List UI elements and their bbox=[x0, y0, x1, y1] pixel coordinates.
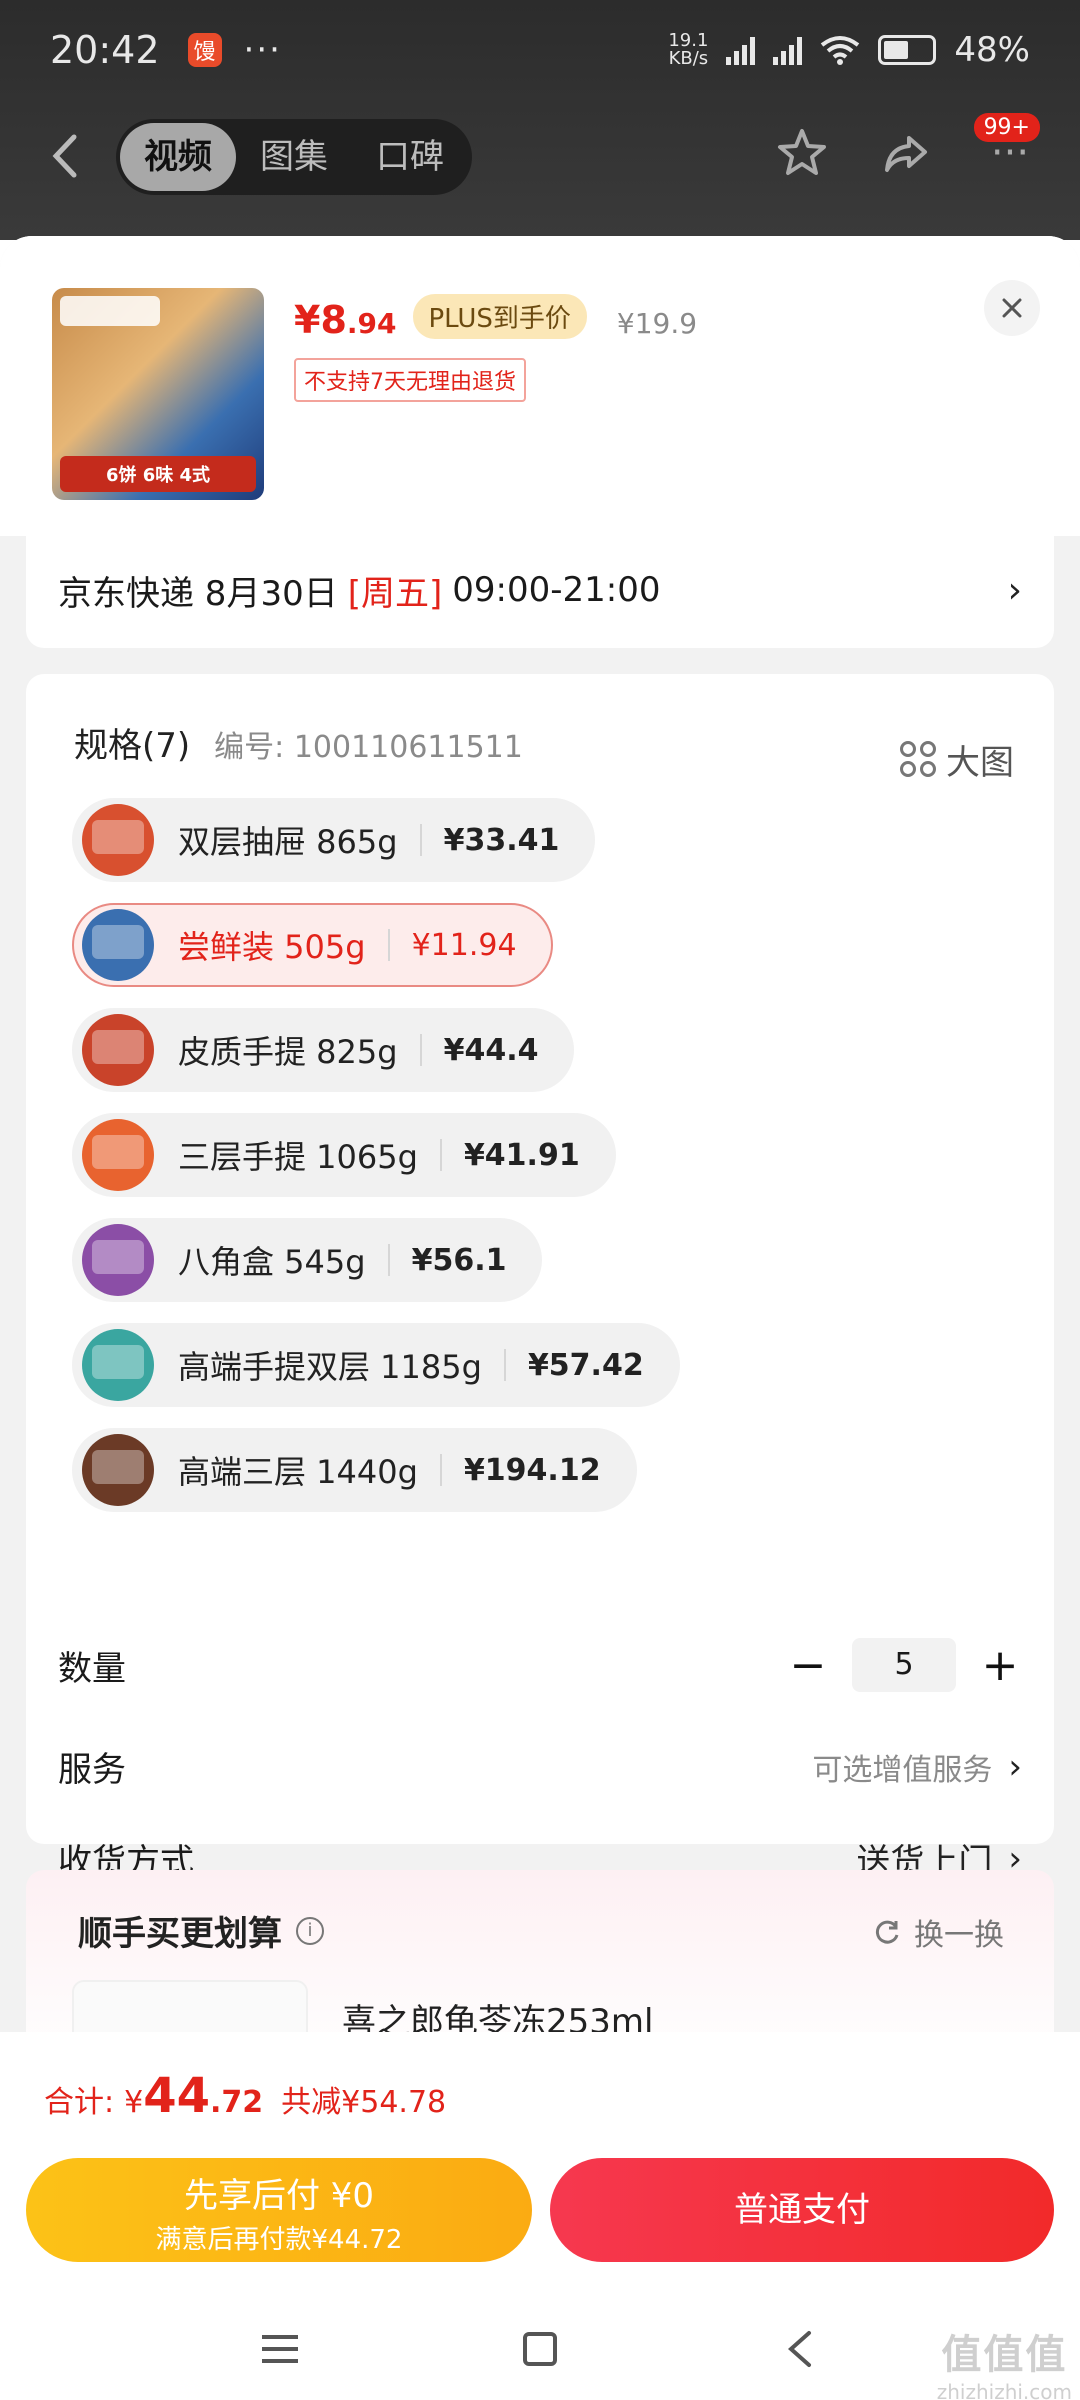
grid-view-icon bbox=[900, 741, 936, 777]
chevron-right-icon: › bbox=[1007, 569, 1022, 611]
back-icon[interactable] bbox=[46, 131, 86, 181]
network-speed: 19.1 KB/s bbox=[668, 30, 709, 69]
purchase-sheet: 6饼 6味 4式 ¥8.94 PLUS到手价 ¥19.9 不支持7天无理由退货 … bbox=[0, 236, 1080, 2100]
spec-option[interactable]: 皮质手提 825g ¥44.4 bbox=[72, 1008, 575, 1092]
quantity-label: 数量 bbox=[58, 1648, 126, 1689]
close-button[interactable] bbox=[984, 280, 1040, 336]
return-policy-tag: 不支持7天无理由退货 bbox=[294, 358, 526, 402]
swap-button[interactable]: 换一换 bbox=[872, 1910, 1004, 1954]
spec-option-thumbnail bbox=[82, 1434, 154, 1506]
pay-later-button[interactable]: 先享后付 ¥0 满意后再付款¥44.72 bbox=[26, 2158, 532, 2262]
refresh-icon bbox=[875, 1920, 899, 1944]
normal-pay-button[interactable]: 普通支付 bbox=[550, 2158, 1054, 2262]
quantity-row: 数量 − 5 + bbox=[58, 1638, 1022, 1692]
spec-option-thumbnail bbox=[82, 1119, 154, 1191]
close-icon bbox=[1002, 298, 1022, 318]
current-price: ¥8.94 bbox=[294, 298, 397, 342]
status-time: 20:42 bbox=[50, 28, 160, 72]
delivery-time: 09:00-21:00 bbox=[452, 570, 661, 610]
product-summary: 6饼 6味 4式 ¥8.94 PLUS到手价 ¥19.9 不支持7天无理由退货 bbox=[0, 236, 1080, 536]
total-label: 合计: bbox=[44, 2085, 115, 2120]
more-notifications-icon: ··· bbox=[243, 30, 282, 70]
service-row[interactable]: 服务 可选增值服务 › bbox=[58, 1742, 1022, 1791]
spec-option-thumbnail bbox=[82, 804, 154, 876]
media-tab-switch: 视频 图集 口碑 bbox=[116, 119, 472, 195]
product-thumbnail[interactable]: 6饼 6味 4式 bbox=[52, 288, 264, 500]
spec-option[interactable]: 三层手提 1065g ¥41.91 bbox=[72, 1113, 616, 1197]
thumbnail-label: 6饼 6味 4式 bbox=[60, 456, 256, 492]
delivery-date: 京东快递 8月30日 bbox=[58, 573, 338, 614]
spec-option[interactable]: 八角盒 545g ¥56.1 bbox=[72, 1218, 543, 1302]
total-line: 合计: ¥ 44 .72 共减¥54.78 bbox=[44, 2068, 447, 2124]
home-icon[interactable] bbox=[515, 2324, 565, 2374]
spec-option-thumbnail bbox=[82, 1224, 154, 1296]
signal-icon bbox=[726, 35, 756, 65]
delivery-row[interactable]: 京东快递 8月30日 [周五] 09:00-21:00 › bbox=[26, 532, 1054, 648]
spec-options: 双层抽屉 865g ¥33.41 尝鲜装 505g ¥11.94 皮质手提 82… bbox=[72, 798, 680, 1533]
spec-option-selected[interactable]: 尝鲜装 505g ¥11.94 bbox=[72, 903, 553, 987]
total-saved: 共减¥54.78 bbox=[281, 2085, 447, 2120]
spec-option-thumbnail bbox=[82, 1329, 154, 1401]
status-bar: 20:42 馒 ··· 19.1 KB/s 48% bbox=[0, 0, 1080, 100]
battery-icon bbox=[878, 35, 937, 65]
tab-video[interactable]: 视频 bbox=[120, 123, 236, 191]
info-icon[interactable]: i bbox=[296, 1916, 324, 1945]
addon-title: 顺手买更划算 i bbox=[78, 1906, 324, 1955]
watermark: 值值值 zhizhizhi.com bbox=[936, 2332, 1072, 2400]
increase-button[interactable]: + bbox=[978, 1640, 1022, 1691]
tab-reviews[interactable]: 口碑 bbox=[352, 123, 468, 191]
spec-card: 规格(7) 编号: 100110611511 大图 双层抽屉 865g ¥33.… bbox=[26, 674, 1054, 1882]
spec-option-thumbnail bbox=[82, 1014, 154, 1086]
recent-apps-icon[interactable] bbox=[255, 2324, 305, 2374]
thumbnail-brand-strip bbox=[60, 296, 160, 326]
top-nav: 视频 图集 口碑 ··· 99+ bbox=[0, 113, 1080, 199]
service-label: 服务 bbox=[58, 1750, 126, 1790]
decrease-button[interactable]: − bbox=[786, 1640, 830, 1691]
favorite-star-icon[interactable] bbox=[772, 123, 832, 183]
price-line: ¥8.94 PLUS到手价 ¥19.9 bbox=[294, 294, 698, 345]
big-image-toggle[interactable]: 大图 bbox=[900, 735, 1014, 784]
system-back-icon[interactable] bbox=[775, 2324, 825, 2374]
spec-option[interactable]: 双层抽屉 865g ¥33.41 bbox=[72, 798, 596, 882]
tab-gallery[interactable]: 图集 bbox=[236, 123, 352, 191]
spec-option[interactable]: 高端手提双层 1185g ¥57.42 bbox=[72, 1323, 680, 1407]
service-value: 可选增值服务 bbox=[812, 1752, 993, 1788]
wifi-icon bbox=[821, 36, 860, 65]
quantity-input[interactable]: 5 bbox=[852, 1638, 956, 1692]
chevron-right-icon: › bbox=[1008, 1746, 1022, 1787]
checkout-bar: 合计: ¥ 44 .72 共减¥54.78 先享后付 ¥0 满意后再付款¥44.… bbox=[0, 2032, 1080, 2400]
spec-option-thumbnail bbox=[82, 909, 154, 981]
original-price: ¥19.9 bbox=[616, 307, 698, 340]
system-nav-bar bbox=[0, 2298, 1080, 2400]
quantity-stepper: − 5 + bbox=[786, 1638, 1022, 1692]
app-notification-icon: 馒 bbox=[187, 33, 222, 67]
battery-percent: 48% bbox=[954, 30, 1030, 70]
spec-option[interactable]: 高端三层 1440g ¥194.12 bbox=[72, 1428, 637, 1512]
message-count-badge: 99+ bbox=[973, 113, 1040, 142]
signal-icon-2 bbox=[773, 35, 803, 65]
share-icon[interactable] bbox=[876, 123, 936, 183]
sku-number: 编号: 100110611511 bbox=[214, 730, 523, 765]
more-menu-icon[interactable]: ··· 99+ bbox=[973, 113, 1040, 183]
plus-price-tag: PLUS到手价 bbox=[412, 294, 587, 339]
spec-title: 规格(7) bbox=[74, 726, 191, 766]
delivery-weekday: [周五] bbox=[347, 573, 443, 614]
total-amount: 44 bbox=[143, 2068, 210, 2124]
